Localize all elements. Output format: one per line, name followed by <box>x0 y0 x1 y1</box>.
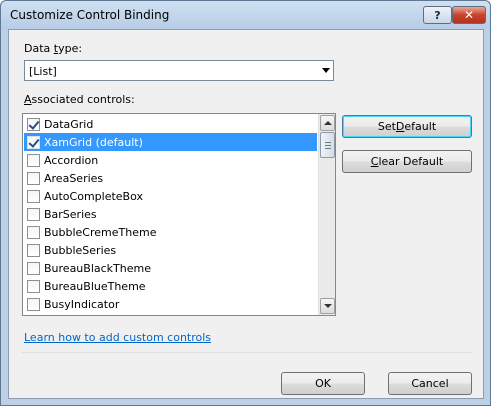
list-item[interactable]: BureauBlackTheme <box>24 259 317 277</box>
chevron-down-icon[interactable] <box>322 68 330 73</box>
close-button[interactable]: ✕ <box>452 6 486 24</box>
list-item-checkbox[interactable] <box>27 225 40 239</box>
dialog-content: Data type: [List] Associated controls: D… <box>8 29 484 399</box>
data-type-label: Data type: <box>24 42 83 55</box>
clear-default-button[interactable]: Clear Default <box>342 150 472 173</box>
list-item[interactable]: DataGrid <box>24 115 317 133</box>
list-item[interactable]: XamGrid (default) <box>24 133 317 151</box>
list-item-label: BureauBlackTheme <box>44 261 151 275</box>
list-scrollbar[interactable] <box>318 114 335 315</box>
list-item-checkbox[interactable] <box>27 207 40 221</box>
list-item-label: DataGrid <box>44 117 94 131</box>
list-item[interactable]: AreaSeries <box>24 169 317 187</box>
window-title: Customize Control Binding <box>10 8 170 22</box>
list-item[interactable]: AutoCompleteBox <box>24 187 317 205</box>
associated-controls-list[interactable]: DataGrid XamGrid (default) Accordion AreaSe… <box>22 113 336 316</box>
learn-custom-controls-link[interactable]: Learn how to add custom controls <box>24 331 211 344</box>
scroll-thumb[interactable] <box>320 132 335 158</box>
list-item-label: AreaSeries <box>44 171 104 185</box>
list-item-checkbox[interactable] <box>27 117 40 131</box>
cancel-button[interactable]: Cancel <box>388 372 472 395</box>
list-item-checkbox[interactable] <box>27 135 40 149</box>
list-item-checkbox[interactable] <box>27 261 40 275</box>
list-item[interactable]: BarSeries <box>24 205 317 223</box>
list-item-checkbox[interactable] <box>27 153 40 167</box>
list-item-checkbox[interactable] <box>27 279 40 293</box>
list-item[interactable]: Accordion <box>24 151 317 169</box>
list-item-checkbox[interactable] <box>27 243 40 257</box>
list-item-label: AutoCompleteBox <box>44 189 143 203</box>
title-bar[interactable]: Customize Control Binding ? ✕ <box>1 1 490 29</box>
scroll-down-button[interactable] <box>320 298 335 314</box>
scroll-up-button[interactable] <box>320 115 335 131</box>
data-type-select[interactable]: [List] <box>24 60 334 81</box>
help-button[interactable]: ? <box>423 6 452 24</box>
associated-controls-label: Associated controls: <box>24 93 135 106</box>
list-item-checkbox[interactable] <box>27 171 40 185</box>
list-item-checkbox[interactable] <box>27 189 40 203</box>
list-item[interactable]: BubbleCremeTheme <box>24 223 317 241</box>
list-item[interactable]: BusyIndicator <box>24 295 317 313</box>
dialog-window: Customize Control Binding ? ✕ Data type:… <box>0 0 491 406</box>
close-icon: ✕ <box>463 8 475 22</box>
list-item-label: BureauBlueTheme <box>44 279 146 293</box>
list-item-label: XamGrid (default) <box>44 135 143 149</box>
grip-line <box>325 142 331 143</box>
list-item-label: Accordion <box>44 153 99 167</box>
list-item-checkbox[interactable] <box>27 297 40 311</box>
list-item-label: BarSeries <box>44 207 97 221</box>
list-item-label: BubbleSeries <box>44 243 117 257</box>
ok-button[interactable]: OK <box>281 372 365 395</box>
help-icon: ? <box>434 8 441 22</box>
list-item-label: BusyIndicator <box>44 297 120 311</box>
set-default-button[interactable]: Set Default <box>342 115 472 138</box>
divider <box>22 352 472 353</box>
list-item[interactable]: BubbleSeries <box>24 241 317 259</box>
grip-line <box>325 148 331 149</box>
data-type-value: [List] <box>29 65 57 78</box>
list-item-label: BubbleCremeTheme <box>44 225 157 239</box>
list-item[interactable]: BureauBlueTheme <box>24 277 317 295</box>
grip-line <box>325 145 331 146</box>
